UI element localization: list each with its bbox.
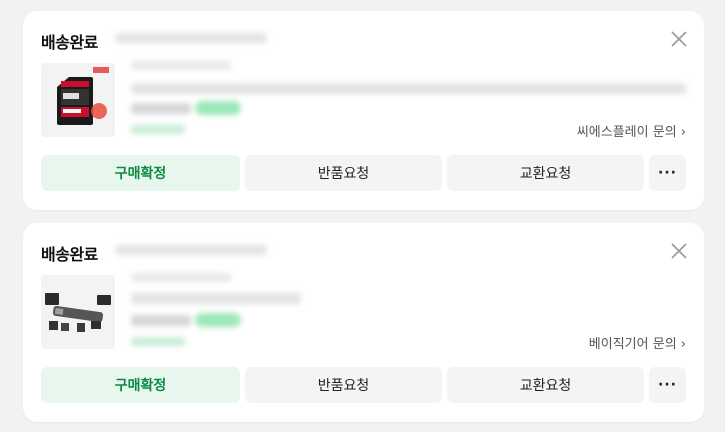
seller-inquiry-link[interactable]: 씨에스플레이 문의 › <box>577 121 686 140</box>
product-name-blurred[interactable] <box>131 83 686 94</box>
seller-inquiry-link[interactable]: 베이직기어 문의 › <box>589 333 686 352</box>
seller-inquiry-label: 씨에스플레이 문의 <box>576 125 677 140</box>
confirm-purchase-button[interactable]: 구매확정 <box>41 155 240 191</box>
product-price-blurred <box>131 315 191 326</box>
delivery-badge-blurred <box>195 101 241 115</box>
exchange-request-button[interactable]: 교환요청 <box>447 155 644 191</box>
order-info-blurred <box>115 245 267 255</box>
product-name-blurred[interactable] <box>131 293 301 304</box>
return-request-button[interactable]: 반품요청 <box>245 367 442 403</box>
product-brand-blurred <box>131 61 231 70</box>
more-options-button[interactable]: ··· <box>649 155 686 191</box>
card-reader-icon <box>41 275 115 349</box>
product-price-blurred <box>131 103 191 114</box>
product-brand-blurred <box>131 273 231 282</box>
delivery-date-blurred <box>131 337 185 346</box>
exchange-request-button[interactable]: 교환요청 <box>447 367 644 403</box>
more-options-button[interactable]: ··· <box>649 367 686 403</box>
delivery-status: 배송완료 <box>41 245 98 264</box>
confirm-purchase-button[interactable]: 구매확정 <box>41 367 240 403</box>
close-icon[interactable] <box>670 30 688 48</box>
product-image[interactable] <box>41 275 115 349</box>
return-request-button[interactable]: 반품요청 <box>245 155 442 191</box>
order-card: 배송완료 씨에스플레이 문의 › 구매확정 반품요청 교환요청 ··· <box>23 11 704 210</box>
delivery-date-blurred <box>131 125 185 134</box>
seller-inquiry-label: 베이직기어 문의 <box>588 337 677 352</box>
order-card: 배송완료 베이직기어 문의 › 구매확정 반품요청 교환요청 ··· <box>23 223 704 422</box>
delivery-status: 배송완료 <box>41 33 98 52</box>
order-info-blurred <box>115 33 267 43</box>
close-icon[interactable] <box>670 242 688 260</box>
chevron-right-icon: › <box>676 337 686 352</box>
delivery-badge-blurred <box>195 313 241 327</box>
product-image[interactable] <box>41 63 115 137</box>
chevron-right-icon: › <box>676 125 686 140</box>
sd-card-icon <box>41 63 115 137</box>
